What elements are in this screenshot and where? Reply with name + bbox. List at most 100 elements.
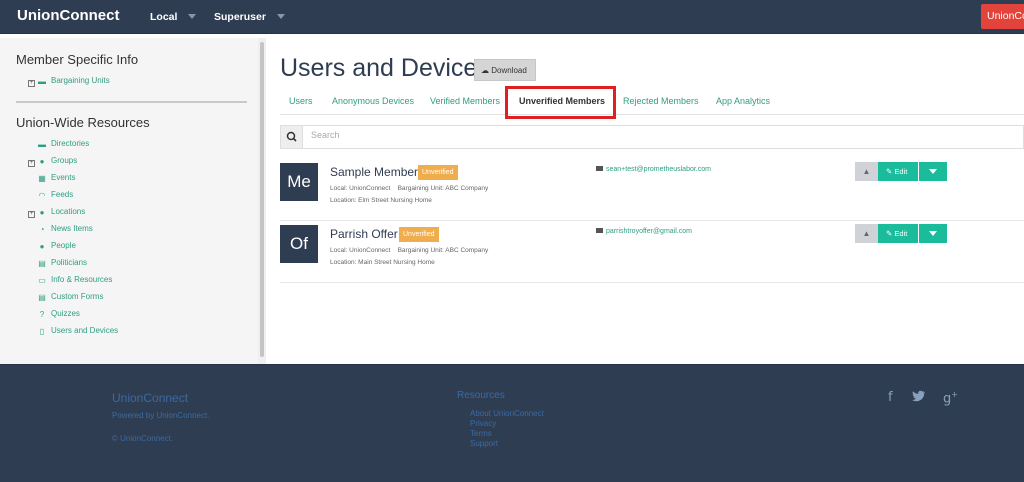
tab-app-analytics[interactable]: App Analytics: [716, 96, 770, 106]
expand-icon[interactable]: +: [28, 160, 35, 167]
sidebar: Member Specific Info + ▬ Bargaining Units …: [0, 38, 266, 364]
footer-copyright: © UnionConnect.: [112, 434, 174, 443]
notify-button[interactable]: ▲: [855, 224, 878, 243]
download-label: Download: [491, 66, 527, 75]
union-connect-button[interactable]: UnionCo: [981, 4, 1024, 29]
brand-logo[interactable]: UnionConnect: [17, 7, 120, 24]
footer-resources-heading: Resources: [457, 390, 505, 401]
member-bargaining-unit: Bargaining Unit: ABC Company: [397, 185, 489, 192]
footer-brand: UnionConnect: [112, 391, 189, 405]
download-button[interactable]: ☁ Download: [474, 59, 536, 81]
local-dropdown-label: Local: [150, 11, 178, 23]
book-icon: ▬: [38, 77, 46, 86]
active-tab-highlight: [505, 86, 616, 119]
folder-icon: ▭: [38, 276, 46, 285]
sidebar-scrollbar[interactable]: [258, 38, 266, 364]
sidebar-heading-union-wide: Union-Wide Resources: [16, 115, 150, 130]
bell-icon: ▲: [862, 167, 871, 176]
member-location: Location: Elm Street Nursing Home: [330, 197, 432, 204]
local-dropdown[interactable]: Local: [150, 11, 197, 23]
member-local: Local: UnionConnect: [330, 247, 391, 254]
sidebar-item-events[interactable]: ▦ Events: [38, 173, 75, 187]
sidebar-item-people[interactable]: ● People: [38, 241, 76, 255]
top-navbar: UnionConnect Local Superuser UnionCo: [0, 0, 1024, 34]
sidebar-item-custom-forms[interactable]: ▤ Custom Forms: [38, 292, 103, 306]
member-email: sean+test@prometheuslabor.com: [606, 166, 711, 173]
sidebar-item-label: Info & Resources: [51, 275, 113, 284]
twitter-icon[interactable]: [912, 390, 926, 406]
cloud-download-icon: ☁: [481, 66, 489, 75]
notify-button[interactable]: ▲: [855, 162, 878, 181]
user-dropdown-label: Superuser: [214, 11, 266, 23]
actions-dropdown-button[interactable]: [919, 162, 947, 181]
tab-users[interactable]: Users: [289, 96, 313, 106]
question-icon: ?: [39, 310, 45, 319]
envelope-icon: [596, 166, 603, 171]
sidebar-item-label: Events: [51, 173, 76, 182]
sidebar-item-label: Locations: [51, 207, 86, 216]
expand-icon[interactable]: +: [28, 211, 35, 218]
expand-icon[interactable]: +: [28, 80, 35, 87]
sidebar-heading-member-specific: Member Specific Info: [16, 52, 139, 67]
member-email-link[interactable]: parrishtroyoffer@gmail.com: [596, 228, 692, 235]
envelope-icon: [596, 228, 603, 233]
avatar: Me: [280, 163, 318, 201]
rss-icon: ◠: [38, 191, 46, 200]
member-row: Of Parrish Offer Unverified Local: Union…: [280, 222, 1024, 283]
sidebar-item-news-items[interactable]: ◔ News Items: [38, 224, 93, 238]
footer-link-about[interactable]: About UnionConnect: [470, 409, 544, 418]
sidebar-item-label: Users and Devices: [51, 326, 119, 335]
footer-link-support[interactable]: Support: [470, 439, 498, 448]
sidebar-item-label: Feeds: [51, 190, 74, 199]
tab-rejected-members[interactable]: Rejected Members: [623, 96, 699, 106]
actions-dropdown-button[interactable]: [919, 224, 947, 243]
scrollbar-thumb[interactable]: [260, 42, 264, 357]
globe-icon: ●: [39, 208, 45, 217]
search-input[interactable]: [311, 130, 911, 140]
sidebar-item-politicians[interactable]: ▤ Politicians: [38, 258, 87, 272]
member-location: Location: Main Street Nursing Home: [330, 259, 435, 266]
calendar-icon: ▦: [38, 174, 46, 183]
sidebar-item-feeds[interactable]: ◠ Feeds: [38, 190, 74, 204]
footer-powered-by: Powered by UnionConnect.: [112, 411, 210, 420]
person-icon: ●: [39, 242, 45, 251]
sidebar-item-bargaining-units[interactable]: + ▬ Bargaining Units: [28, 76, 110, 90]
sidebar-item-label: Politicians: [51, 258, 88, 267]
edit-label: Edit: [894, 229, 908, 238]
footer: UnionConnect Powered by UnionConnect. © …: [0, 364, 1024, 482]
sidebar-item-locations[interactable]: + ● Locations: [28, 207, 85, 221]
tab-bar: Users Anonymous Devices Verified Members…: [280, 90, 1024, 115]
tab-verified-members[interactable]: Verified Members: [430, 96, 500, 106]
member-email: parrishtroyoffer@gmail.com: [606, 228, 692, 235]
user-dropdown[interactable]: Superuser: [214, 11, 285, 23]
clock-icon: ◔: [39, 225, 45, 234]
member-row: Me Sample Member Unverified Local: Union…: [280, 160, 1024, 221]
sidebar-item-label: People: [51, 241, 76, 250]
google-plus-icon[interactable]: g+: [943, 390, 958, 406]
facebook-icon[interactable]: f: [888, 390, 893, 405]
sidebar-item-directories[interactable]: ▬ Directories: [38, 139, 89, 153]
list-icon: ▤: [38, 293, 46, 302]
search-button[interactable]: [281, 126, 303, 148]
search-icon: [286, 131, 297, 142]
status-badge: Unverified: [399, 227, 439, 242]
sidebar-item-quizzes[interactable]: ? Quizzes: [38, 309, 80, 323]
chevron-down-icon: [276, 14, 285, 19]
book-icon: ▬: [38, 140, 46, 149]
tab-anonymous-devices[interactable]: Anonymous Devices: [332, 96, 414, 106]
member-local-and-unit: Local: UnionConnect Bargaining Unit: ABC…: [330, 185, 488, 192]
sidebar-item-label: Quizzes: [51, 309, 80, 318]
member-email-link[interactable]: sean+test@prometheuslabor.com: [596, 166, 711, 173]
edit-icon: ✎: [886, 229, 893, 238]
footer-link-privacy[interactable]: Privacy: [470, 419, 496, 428]
footer-link-terms[interactable]: Terms: [470, 429, 492, 438]
search-bar: [280, 125, 1024, 149]
edit-button[interactable]: ✎ Edit: [878, 162, 918, 181]
edit-button[interactable]: ✎ Edit: [878, 224, 918, 243]
member-name[interactable]: Sample Member: [330, 165, 418, 179]
device-icon: ▯: [39, 327, 45, 336]
sidebar-item-info-resources[interactable]: ▭ Info & Resources: [38, 275, 112, 289]
member-name[interactable]: Parrish Offer: [330, 227, 398, 241]
sidebar-item-users-and-devices[interactable]: ▯ Users and Devices: [38, 326, 118, 340]
sidebar-item-groups[interactable]: + ● Groups: [28, 156, 77, 170]
